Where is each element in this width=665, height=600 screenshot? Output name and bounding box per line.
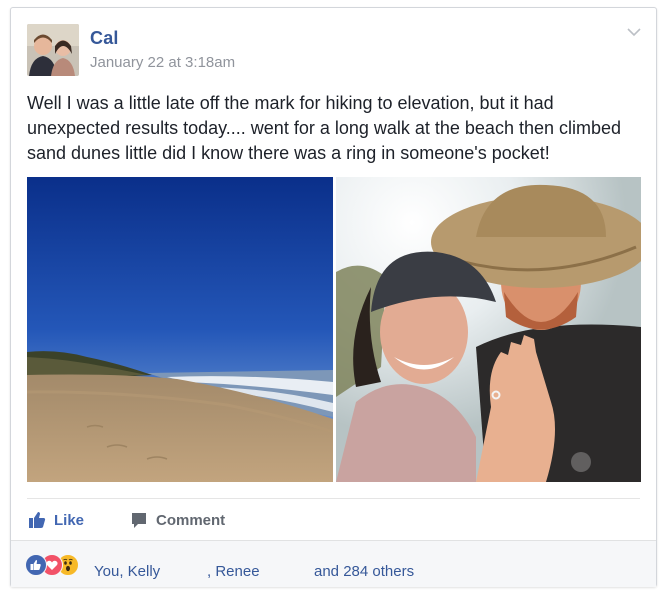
- comment-label: Comment: [156, 511, 226, 529]
- comment-button[interactable]: Comment: [130, 511, 225, 529]
- comment-icon: [132, 513, 146, 528]
- post-text: Well I was a little late off the mark fo…: [27, 93, 622, 163]
- post-divider: [27, 498, 640, 499]
- like-label: Like: [54, 511, 85, 529]
- like-button[interactable]: Like: [28, 511, 84, 529]
- reactor-name-renee[interactable]: , Renee: [207, 563, 260, 580]
- post-timestamp[interactable]: January 22 at 3:18am: [90, 54, 235, 71]
- reactor-names[interactable]: You, Kelly: [94, 563, 160, 580]
- like-reaction-icon: [25, 554, 47, 576]
- author-avatar[interactable]: [27, 24, 79, 76]
- reactions-summary: You, Kelly , Renee and 284 others: [11, 540, 656, 587]
- reaction-icons[interactable]: [25, 554, 85, 576]
- couple-selfie-photo[interactable]: [336, 177, 641, 482]
- thumbs-up-icon: [29, 512, 46, 528]
- beach-photo[interactable]: [27, 177, 333, 482]
- post-author[interactable]: Cal: [90, 28, 119, 49]
- reactor-others[interactable]: and 284 others: [314, 563, 414, 580]
- post-card: Cal January 22 at 3:18am Well I was a li…: [10, 7, 657, 587]
- chevron-down-icon[interactable]: [624, 22, 644, 42]
